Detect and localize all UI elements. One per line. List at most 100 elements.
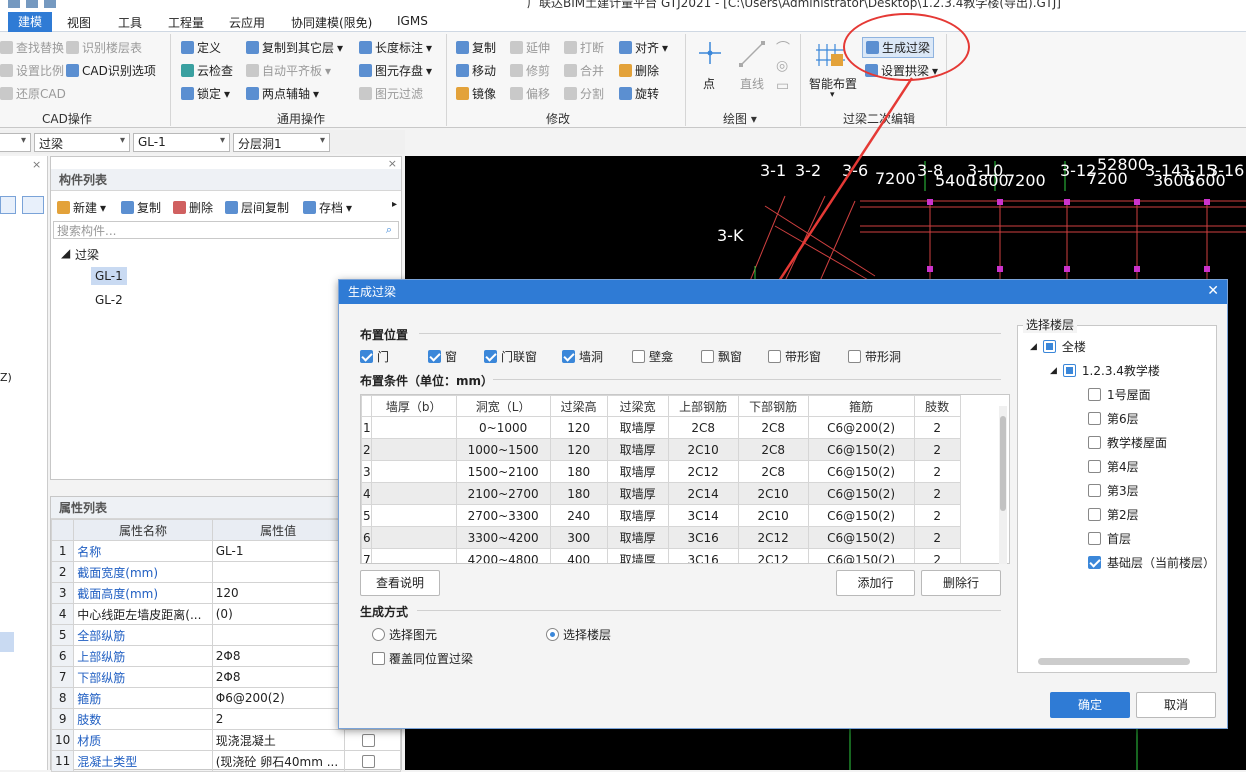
- more-icon[interactable]: ▸: [392, 199, 397, 210]
- condition-cell[interactable]: 1500~2100: [455, 460, 551, 483]
- checkbox-partial-icon[interactable]: [1062, 364, 1076, 377]
- checkbox-icon[interactable]: [1088, 436, 1101, 449]
- condition-cell[interactable]: 2C8: [667, 416, 739, 439]
- menu-tools[interactable]: 工具: [118, 14, 142, 31]
- floor-item[interactable]: 基础层（当前楼层）: [1088, 554, 1215, 571]
- position-option[interactable]: 门: [360, 348, 389, 365]
- copy-button[interactable]: 复制: [456, 39, 496, 56]
- condition-cell[interactable]: 120: [549, 438, 608, 461]
- condition-cell[interactable]: 取墙厚: [606, 548, 669, 563]
- condition-cell[interactable]: 300: [549, 526, 608, 549]
- condition-cell[interactable]: 2: [913, 460, 961, 483]
- condition-cell[interactable]: 2: [913, 482, 961, 505]
- condition-cell[interactable]: 400: [549, 548, 608, 563]
- condition-cell[interactable]: 2C10: [737, 482, 809, 505]
- condition-cell[interactable]: 180: [549, 482, 608, 505]
- condition-cell[interactable]: [370, 548, 457, 563]
- floor-item[interactable]: 第4层: [1088, 458, 1139, 475]
- offset-button[interactable]: 偏移: [510, 85, 550, 102]
- define-button[interactable]: 定义: [181, 39, 221, 56]
- menu-modeling[interactable]: 建模: [8, 12, 53, 32]
- new-component-button[interactable]: 新建 ▾: [57, 199, 106, 216]
- method-select-element[interactable]: 选择图元: [372, 626, 437, 643]
- condition-cell[interactable]: 2C12: [737, 526, 809, 549]
- floor-item[interactable]: 第3层: [1088, 482, 1139, 499]
- save-icon[interactable]: [8, 0, 20, 8]
- tree-root-lintel[interactable]: 过梁: [75, 246, 99, 263]
- position-option[interactable]: 壁龛: [632, 348, 673, 365]
- layer-combo[interactable]: 分层洞1: [233, 133, 330, 152]
- close-icon[interactable]: ×: [388, 157, 397, 170]
- condition-cell[interactable]: C6@150(2): [807, 438, 915, 461]
- cloud-check-button[interactable]: 云检查: [181, 62, 233, 79]
- condition-cell[interactable]: 取墙厚: [606, 504, 669, 527]
- quick-access-toolbar[interactable]: [8, 0, 56, 8]
- condition-cell[interactable]: [370, 504, 457, 527]
- menu-collab[interactable]: 协同建模(限免): [291, 14, 372, 31]
- property-value[interactable]: (0): [211, 603, 345, 625]
- condition-cell[interactable]: 1000~1500: [455, 438, 551, 461]
- tree-item-gl2[interactable]: GL-2: [95, 293, 123, 307]
- condition-cell[interactable]: 0~1000: [455, 416, 551, 439]
- condition-row[interactable]: 1 0~1000 120 取墙厚 2C8 2C8 C6@200(2) 2: [361, 416, 961, 439]
- checkbox-checked-icon[interactable]: [360, 350, 373, 363]
- property-value[interactable]: 2: [211, 708, 345, 730]
- restore-cad-button[interactable]: 还原CAD: [0, 85, 66, 102]
- condition-cell[interactable]: 2700~3300: [455, 504, 551, 527]
- checkbox-partial-icon[interactable]: [1042, 340, 1056, 353]
- condition-row[interactable]: 3 1500~2100 180 取墙厚 2C12 2C8 C6@150(2) 2: [361, 460, 961, 483]
- set-scale-button[interactable]: 设置比例: [0, 62, 64, 79]
- floor-item[interactable]: 第6层: [1088, 410, 1139, 427]
- menu-igms[interactable]: IGMS: [397, 14, 428, 28]
- tree-expand-icon[interactable]: ◢: [1030, 342, 1037, 352]
- condition-cell[interactable]: C6@150(2): [807, 482, 915, 505]
- menu-view[interactable]: 视图: [67, 14, 91, 31]
- condition-cell[interactable]: 取墙厚: [606, 416, 669, 439]
- method-select-floor[interactable]: 选择楼层: [546, 626, 611, 643]
- condition-cell[interactable]: 3C16: [667, 526, 739, 549]
- type-combo[interactable]: 过梁: [34, 133, 130, 152]
- property-row[interactable]: 11 混凝土类型 (现浇砼 卵石40mm ...: [50, 750, 402, 772]
- condition-cell[interactable]: 240: [549, 504, 608, 527]
- condition-cell[interactable]: C6@200(2): [807, 416, 915, 439]
- floor-item[interactable]: 第2层: [1088, 506, 1139, 523]
- condition-cell[interactable]: 2C8: [737, 460, 809, 483]
- position-option[interactable]: 窗: [428, 348, 457, 365]
- condition-cell[interactable]: 2C12: [737, 548, 809, 563]
- checkbox-icon[interactable]: [361, 755, 375, 768]
- tree-item-gl1[interactable]: GL-1: [91, 267, 127, 285]
- condition-cell[interactable]: 3C16: [667, 548, 739, 563]
- menu-cloud[interactable]: 云应用: [229, 14, 265, 31]
- find-replace-button[interactable]: 查找替换: [0, 39, 64, 56]
- archive-button[interactable]: 存档 ▾: [303, 199, 352, 216]
- condition-cell[interactable]: 2: [913, 438, 961, 461]
- checkbox-icon[interactable]: [632, 350, 645, 363]
- property-value[interactable]: Φ6@200(2): [211, 687, 345, 709]
- checkbox-icon[interactable]: [361, 734, 375, 747]
- condition-cell[interactable]: [370, 482, 457, 505]
- checkbox-icon[interactable]: [1088, 508, 1101, 521]
- view-description-button[interactable]: 查看说明: [360, 570, 440, 596]
- condition-row[interactable]: 5 2700~3300 240 取墙厚 3C14 2C10 C6@150(2) 2: [361, 504, 961, 527]
- undo-icon[interactable]: [26, 0, 38, 8]
- property-value[interactable]: 现浇混凝土: [211, 729, 345, 751]
- arc-icon[interactable]: ⌒: [776, 38, 790, 58]
- condition-cell[interactable]: 180: [549, 460, 608, 483]
- menu-quantity[interactable]: 工程量: [168, 14, 204, 31]
- delete-row-button[interactable]: 删除行: [921, 570, 1001, 596]
- checkbox-icon[interactable]: [701, 350, 714, 363]
- condition-row[interactable]: 2 1000~1500 120 取墙厚 2C10 2C8 C6@150(2) 2: [361, 438, 961, 461]
- position-option[interactable]: 飘窗: [701, 348, 742, 365]
- close-icon[interactable]: ✕: [1207, 283, 1219, 299]
- condition-cell[interactable]: 取墙厚: [606, 438, 669, 461]
- condition-cell[interactable]: C6@150(2): [807, 526, 915, 549]
- property-value[interactable]: GL-1: [211, 540, 345, 562]
- floor-horizontal-scrollbar[interactable]: [1038, 658, 1190, 665]
- search-icon[interactable]: ⌕: [386, 223, 392, 237]
- condition-cell[interactable]: [370, 460, 457, 483]
- component-search-input[interactable]: 搜索构件...: [53, 221, 399, 239]
- checkbox-icon[interactable]: [1088, 484, 1101, 497]
- cancel-button[interactable]: 取消: [1136, 692, 1216, 718]
- checkbox-icon[interactable]: [1088, 460, 1101, 473]
- property-value[interactable]: [211, 624, 345, 646]
